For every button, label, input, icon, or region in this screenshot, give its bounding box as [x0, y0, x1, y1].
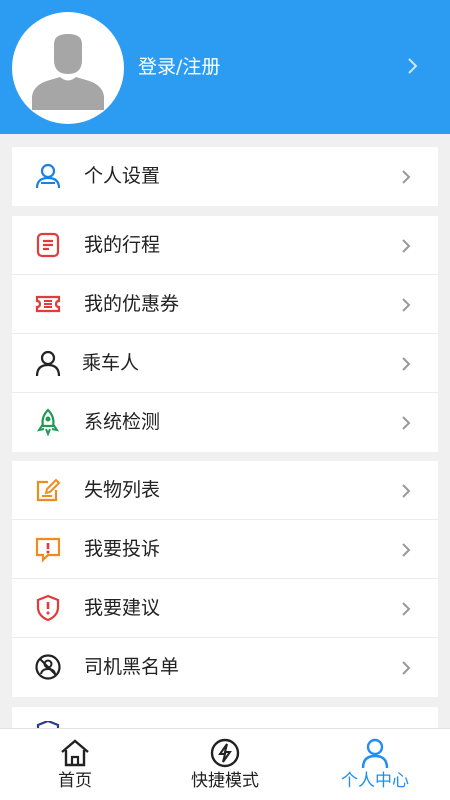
- person-icon: [35, 350, 61, 377]
- complaint-icon: [35, 537, 61, 563]
- menu-item-label: 系统检测: [84, 411, 161, 433]
- menu-item-label: 我要建议: [84, 597, 161, 619]
- chevron-right-icon: [402, 661, 411, 675]
- service-group: 失物列表 我要投诉 我要建议 司机黑名单: [12, 461, 438, 697]
- lightning-icon: [210, 738, 240, 768]
- bottom-tab-bar: 首页 快捷模式 个人中心: [0, 728, 450, 800]
- tab-label: 快捷模式: [191, 771, 259, 791]
- chevron-right-icon: [402, 416, 411, 430]
- chevron-right-icon: [402, 543, 411, 557]
- menu-item-passengers[interactable]: 乘车人: [12, 334, 438, 393]
- menu-item-complaint[interactable]: 我要投诉: [12, 520, 438, 579]
- chevron-right-icon: [402, 239, 411, 253]
- menu-item-personal-settings[interactable]: 个人设置: [12, 147, 438, 206]
- user-settings-icon: [35, 163, 61, 189]
- chevron-right-icon: [402, 298, 411, 312]
- rocket-icon: [36, 408, 60, 436]
- tab-label: 个人中心: [341, 771, 409, 791]
- menu-item-driver-blacklist[interactable]: 司机黑名单: [12, 638, 438, 697]
- coupon-icon: [35, 295, 61, 313]
- chevron-right-icon: [408, 58, 418, 74]
- menu-item-label: 我的行程: [84, 234, 161, 256]
- menu-item-label: 失物列表: [84, 479, 161, 501]
- menu-item-lost-items[interactable]: 失物列表: [12, 461, 438, 520]
- chevron-right-icon: [402, 357, 411, 371]
- login-register-link[interactable]: 登录/注册: [138, 54, 220, 80]
- chevron-right-icon: [402, 170, 411, 184]
- chevron-right-icon: [402, 484, 411, 498]
- chevron-right-icon: [402, 602, 411, 616]
- profile-header[interactable]: 登录/注册: [0, 0, 450, 134]
- next-group-partial: [12, 707, 438, 729]
- shield-alert-icon: [36, 594, 60, 622]
- tab-quick-mode[interactable]: 快捷模式: [150, 729, 300, 800]
- blocked-driver-icon: [35, 654, 61, 680]
- edit-note-icon: [36, 478, 61, 502]
- tab-label: 首页: [58, 771, 92, 791]
- menu-item-my-coupons[interactable]: 我的优惠券: [12, 275, 438, 334]
- settings-group: 个人设置: [12, 147, 438, 206]
- menu-item-system-check[interactable]: 系统检测: [12, 393, 438, 452]
- tab-home[interactable]: 首页: [0, 729, 150, 800]
- home-icon: [61, 739, 89, 767]
- menu-item-label: 个人设置: [84, 165, 161, 187]
- menu-item-my-trips[interactable]: 我的行程: [12, 216, 438, 275]
- user-icon: [361, 738, 389, 769]
- avatar: [12, 12, 124, 124]
- menu-item-label: 司机黑名单: [84, 656, 180, 678]
- menu-item-suggestion[interactable]: 我要建议: [12, 579, 438, 638]
- trip-group: 我的行程 我的优惠券 乘车人 系统检测: [12, 216, 438, 452]
- menu-item-label: 我要投诉: [84, 538, 161, 560]
- menu-item-label: 我的优惠券: [84, 293, 180, 315]
- tab-personal-center[interactable]: 个人中心: [300, 729, 450, 800]
- trip-list-icon: [36, 232, 60, 258]
- menu-item-label: 乘车人: [82, 352, 140, 374]
